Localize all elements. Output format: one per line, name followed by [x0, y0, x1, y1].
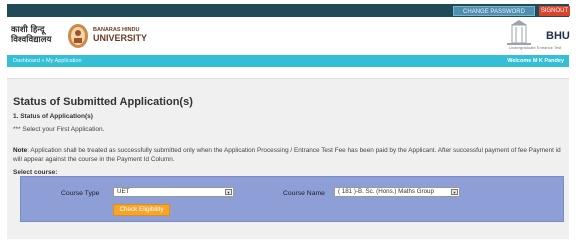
- course-name-select[interactable]: ( 181 )-B. Sc. (Hons.) Maths Group ▼: [334, 187, 460, 197]
- course-type-select[interactable]: UET ▼: [113, 187, 234, 197]
- course-type-value: UET: [117, 188, 130, 195]
- university-emblem-icon: [68, 24, 88, 48]
- note-label: Note: [13, 147, 28, 154]
- bhu-wordmark: BHU: [546, 30, 570, 42]
- note-text: : Application shall be treated as succes…: [13, 147, 561, 163]
- course-selection-box: [20, 176, 564, 222]
- check-eligibility-button[interactable]: Check Eligibility: [113, 204, 170, 216]
- chevron-down-icon: ▼: [225, 189, 232, 195]
- course-name-value: ( 181 )-B. Sc. (Hons.) Maths Group: [338, 188, 434, 195]
- chevron-down-icon: ▼: [451, 189, 458, 195]
- change-password-button[interactable]: CHANGE PASSWORD: [453, 6, 535, 16]
- breadcrumb-separator: »: [41, 58, 45, 64]
- payment-note: Note: Application shall be treated as su…: [13, 146, 563, 164]
- signout-button[interactable]: SIGNOUT: [539, 6, 570, 16]
- breadcrumb-dashboard[interactable]: Dashboard: [13, 58, 40, 64]
- nav-bar: Dashboard » My Application Welcome M K P…: [7, 55, 569, 67]
- select-course-label: Select course:: [13, 169, 58, 176]
- breadcrumb: Dashboard » My Application: [13, 57, 82, 65]
- top-bar: CHANGE PASSWORD SIGNOUT: [7, 4, 570, 17]
- hindi-university-name: काशी हिन्दू विश्वविद्यालय: [11, 25, 52, 45]
- select-first-hint: *** Select your First Application.: [13, 126, 105, 133]
- breadcrumb-current: My Application: [46, 58, 82, 64]
- site-header: काशी हिन्दू विश्वविद्यालय BANARAS HINDU …: [7, 17, 570, 54]
- section-heading: 1. Status of Application(s): [13, 113, 93, 120]
- bhu-subtitle: Undergraduate Entrance Test: [509, 45, 562, 50]
- welcome-text: Welcome M K Pandey: [507, 58, 564, 64]
- course-name-label: Course Name: [283, 190, 325, 197]
- university-name: BANARAS HINDU UNIVERSITY: [93, 27, 148, 43]
- course-type-label: Course Type: [61, 190, 100, 197]
- page-title: Status of Submitted Application(s): [13, 96, 193, 108]
